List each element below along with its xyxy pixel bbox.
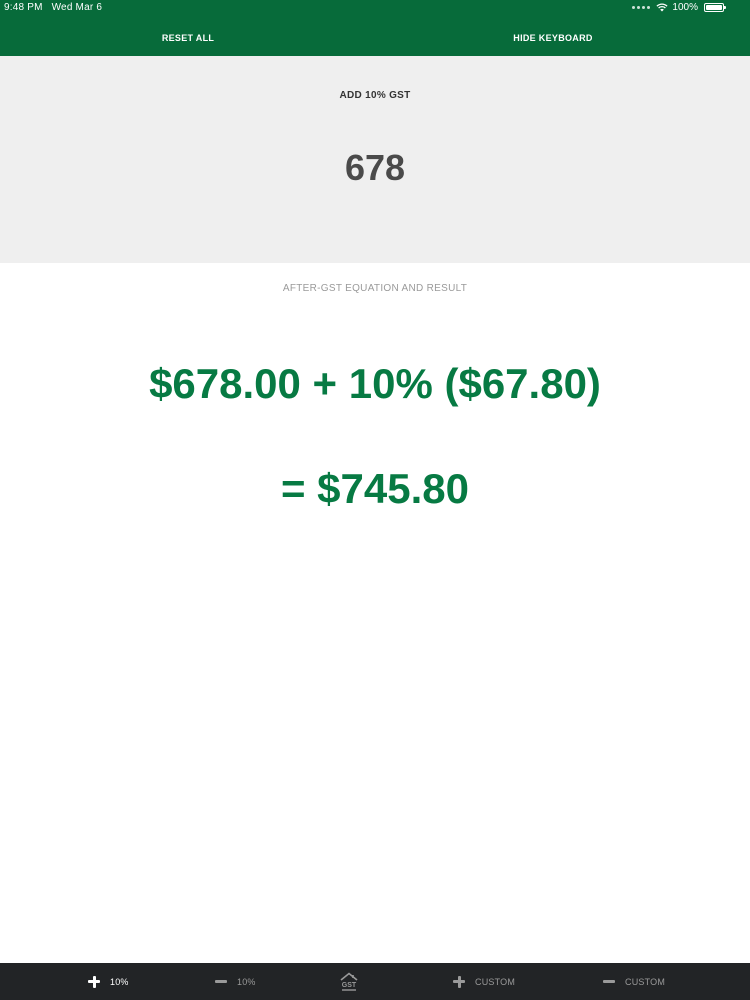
signal-dots-icon <box>632 6 651 9</box>
tab-label: CUSTOM <box>625 976 666 987</box>
plus-icon <box>453 975 465 988</box>
tab-label: 10% <box>110 976 129 987</box>
tab-subtract-10-percent[interactable]: 10% <box>215 963 256 1000</box>
status-date: Wed Mar 6 <box>51 2 103 13</box>
tab-label: GST <box>342 982 357 989</box>
top-bar: 9:48 PM Wed Mar 6 100% RESET ALL HIDE KE… <box>0 0 750 56</box>
hide-keyboard-button[interactable]: HIDE KEYBOARD <box>500 28 606 48</box>
gst-total: = $745.80 <box>280 465 469 512</box>
minus-icon <box>215 976 227 988</box>
status-bar-time: 9:48 PM Wed Mar 6 <box>4 2 102 13</box>
wifi-icon <box>656 3 668 12</box>
battery-percent: 100% <box>672 2 698 13</box>
input-title: ADD 10% GST <box>339 90 411 101</box>
amount-input[interactable] <box>275 144 475 192</box>
tab-gst[interactable]: GST <box>339 963 359 1000</box>
tab-label: CUSTOM <box>475 976 516 987</box>
tab-label: 10% <box>237 976 256 987</box>
tab-bar: 10% 10% GST CUSTOM CUSTOM <box>0 963 750 1000</box>
gst-house-icon: GST <box>340 971 358 991</box>
gst-equation: $678.00 + 10% ($67.80) <box>149 360 601 407</box>
reset-all-button[interactable]: RESET ALL <box>140 28 236 48</box>
tab-subtract-custom[interactable]: CUSTOM <box>603 963 665 1000</box>
status-bar-indicators: 100% <box>632 2 726 13</box>
battery-icon <box>704 3 726 12</box>
plus-icon <box>88 975 100 988</box>
status-time: 9:48 PM <box>4 2 43 13</box>
minus-icon <box>603 976 615 988</box>
tab-add-10-percent[interactable]: 10% <box>88 963 129 1000</box>
result-caption: AFTER-GST EQUATION AND RESULT <box>282 283 468 294</box>
input-panel: ADD 10% GST <box>0 56 750 263</box>
tab-add-custom[interactable]: CUSTOM <box>453 963 515 1000</box>
